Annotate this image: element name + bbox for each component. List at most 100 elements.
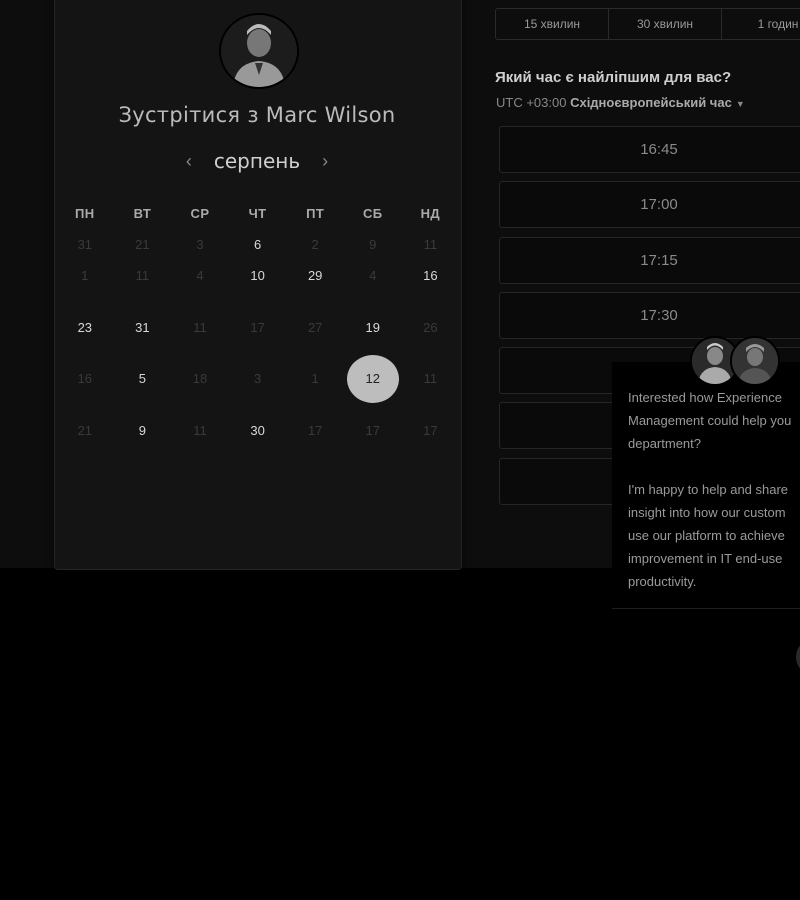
- time-slot-label: 17:30: [640, 306, 678, 324]
- calendar-day-number: 11: [193, 422, 207, 438]
- weekday-sun: НД: [420, 206, 441, 221]
- calendar-day-number: 11: [423, 371, 438, 387]
- agent-avatar: [730, 336, 780, 386]
- calendar-day-number: 12: [346, 354, 399, 403]
- weekday-sat: СБ: [362, 206, 383, 221]
- chevron-right-icon[interactable]: ›: [322, 152, 328, 170]
- duration-15-button[interactable]: 15 хвилин: [496, 9, 609, 39]
- chat-agent-avatars: [690, 336, 780, 386]
- calendar-day: 3: [171, 220, 229, 252]
- meeting-title: Зустрітися з Marc Wilson: [118, 103, 396, 127]
- calendar-week-row: 21 9 11 30 17 17 17: [56, 405, 460, 457]
- calendar-day: 1: [56, 250, 114, 302]
- calendar-day-number: 5: [138, 371, 146, 387]
- weekday-wed: СР: [190, 206, 210, 221]
- calendar-day-number: 16: [423, 268, 438, 284]
- calendar-week-row: 31 21 3 6 2 9 11: [56, 220, 460, 252]
- calendar-day[interactable]: 23: [56, 302, 114, 354]
- duration-60-button[interactable]: 1 годин: [722, 9, 800, 39]
- timezone-select[interactable]: UTC +03:00 Східноєвропейський час ▼: [496, 95, 745, 110]
- calendar-day: 3: [229, 353, 287, 405]
- calendar-day: 31: [56, 220, 114, 252]
- calendar-day: 11: [114, 250, 172, 302]
- chat-message: Interested how Experience Management cou…: [628, 390, 792, 589]
- calendar-day-number: 11: [193, 319, 207, 335]
- weekday-fri: ПТ: [306, 206, 325, 221]
- calendar-day-number: 16: [77, 371, 93, 387]
- time-slot-label: 17:15: [640, 251, 678, 269]
- timezone-name: Східноєвропейський час: [570, 95, 732, 110]
- calendar-day-selected[interactable]: 12: [344, 353, 402, 405]
- calendar-day[interactable]: 19: [344, 302, 402, 354]
- duration-selector: 15 хвилин 30 хвилин 1 годин: [495, 8, 800, 40]
- calendar-day[interactable]: 16: [402, 250, 460, 302]
- calendar-day-number: 4: [196, 268, 204, 284]
- calendar-week-row: 1 11 4 10 29 4 16: [56, 250, 460, 302]
- calendar-day-number: 17: [307, 422, 323, 438]
- caret-down-icon: ▼: [735, 99, 745, 109]
- duration-30-button[interactable]: 30 хвилин: [609, 9, 722, 39]
- calendar-day: 17: [402, 405, 460, 457]
- calendar-day-number: 11: [135, 268, 150, 284]
- calendar-day: 9: [344, 220, 402, 252]
- time-slot[interactable]: 16:45: [499, 126, 800, 173]
- calendar-day-number: 23: [77, 319, 93, 335]
- calendar-day: 2: [286, 220, 344, 252]
- calendar-day-number: 21: [77, 422, 93, 438]
- time-slot[interactable]: 17:30: [499, 291, 800, 339]
- calendar-day: 4: [171, 250, 229, 302]
- calendar-day[interactable]: 10: [229, 250, 287, 302]
- chat-launcher-button[interactable]: [796, 640, 800, 674]
- calendar-day-number: 4: [369, 268, 377, 284]
- calendar-day[interactable]: 29: [286, 250, 344, 302]
- time-slot-label: 16:45: [640, 141, 678, 158]
- calendar-day-number: 29: [307, 268, 323, 284]
- calendar-day-number: 1: [311, 371, 319, 387]
- time-slot[interactable]: 17:15: [499, 236, 800, 284]
- calendar-day: 18: [171, 353, 229, 405]
- calendar-day-number: 30: [250, 422, 265, 438]
- calendar-day-number: 17: [250, 319, 265, 335]
- calendar-day-number: 17: [365, 422, 380, 438]
- calendar-day-number: 18: [192, 371, 208, 387]
- calendar-day: 26: [402, 302, 460, 354]
- calendar-day-number: 31: [135, 319, 150, 335]
- calendar-day: 4: [344, 250, 402, 302]
- calendar-day: 11: [402, 353, 460, 405]
- calendar-day[interactable]: 31: [114, 302, 172, 354]
- calendar-day: 21: [114, 220, 172, 252]
- calendar-grid: 31 21 3 6 2 9 11 1 11 4 10 29 4 16 23 31 11 17 27 19 26 16 5 18…: [56, 220, 460, 456]
- host-avatar: [219, 13, 299, 89]
- calendar-day: 11: [171, 405, 229, 457]
- month-label: серпень: [213, 149, 301, 173]
- weekday-header: ПН ВТ СР ЧТ ПТ СБ НД: [56, 206, 460, 221]
- calendar-day[interactable]: 6: [229, 220, 287, 252]
- calendar-day: 17: [344, 405, 402, 457]
- weekday-tue: ВТ: [133, 206, 152, 221]
- calendar-day[interactable]: 30: [229, 405, 287, 457]
- calendar-day[interactable]: 5: [114, 353, 172, 405]
- calendar-day-number: 17: [423, 422, 438, 438]
- calendar-day: 17: [229, 302, 287, 354]
- month-navigation: ‹ серпень ›: [54, 148, 460, 174]
- calendar-day-number: 19: [365, 319, 380, 335]
- timezone-offset: UTC +03:00: [496, 95, 567, 110]
- time-slot-label: 17:00: [640, 196, 678, 214]
- calendar-week-row: 16 5 18 3 1 12 11: [56, 353, 460, 405]
- calendar-day[interactable]: 9: [114, 405, 172, 457]
- calendar-week-row: 23 31 11 17 27 19 26: [56, 302, 460, 354]
- calendar-day: 11: [171, 302, 229, 354]
- calendar-day: 21: [56, 405, 114, 457]
- person-photo-icon: [221, 15, 297, 87]
- person-photo-icon: [732, 338, 778, 384]
- calendar-day-number: 10: [250, 268, 265, 284]
- calendar-day: 16: [56, 353, 114, 405]
- time-question: Який час є найліпшим для вас?: [495, 69, 732, 86]
- calendar-day-number: 9: [138, 422, 146, 438]
- chevron-left-icon[interactable]: ‹: [186, 152, 192, 170]
- calendar-day-number: 1: [81, 268, 89, 284]
- calendar-day-number: 3: [253, 371, 262, 387]
- time-slot[interactable]: 17:00: [499, 181, 800, 229]
- calendar-day: 17: [286, 405, 344, 457]
- calendar-day: 1: [286, 353, 344, 405]
